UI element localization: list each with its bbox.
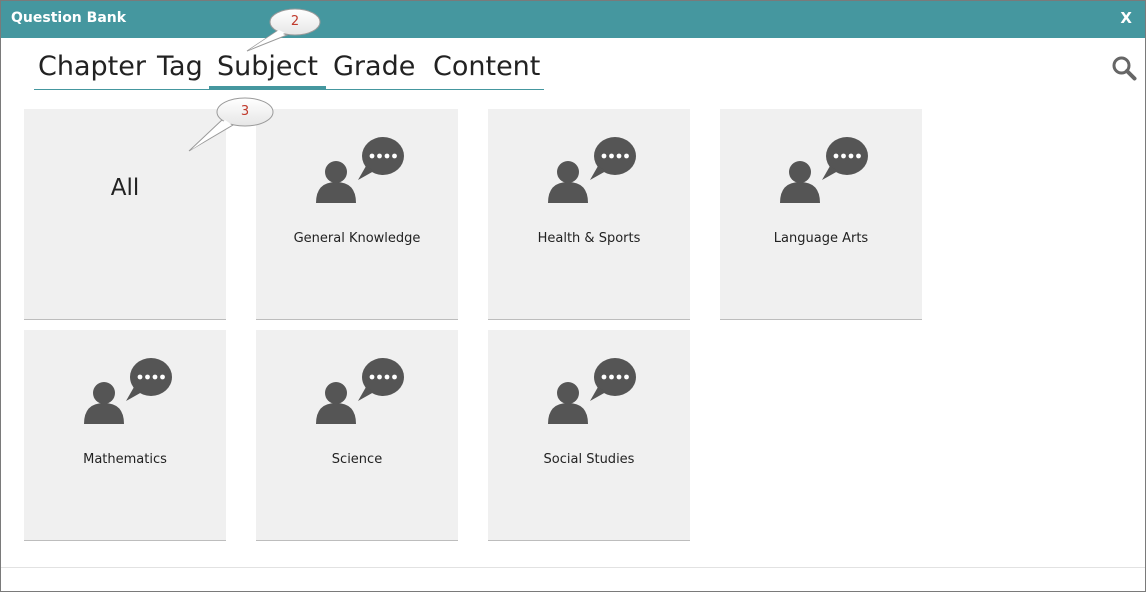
person-speech-icon	[84, 358, 172, 424]
tile-label: All	[110, 175, 140, 201]
tile-label: Health & Sports	[537, 231, 641, 246]
search-icon	[1112, 56, 1137, 81]
tile-label: Social Studies	[543, 452, 635, 467]
tab-tag[interactable]: Tag	[157, 49, 203, 89]
tile-general-knowledge[interactable]: General Knowledge	[256, 109, 458, 320]
person-speech-icon	[548, 358, 636, 424]
close-button[interactable]: X	[1120, 9, 1132, 27]
tile-language-arts[interactable]: Language Arts	[720, 109, 922, 320]
person-speech-icon	[780, 137, 868, 203]
tile-label: Mathematics	[83, 452, 167, 467]
footer-divider	[1, 567, 1145, 568]
callout-number: 3	[240, 104, 250, 119]
title-bar: Question Bank X	[1, 1, 1145, 38]
tile-label: Science	[331, 452, 383, 467]
callout-2	[246, 8, 321, 52]
person-speech-icon	[548, 137, 636, 203]
question-bank-window: Question Bank X Chapter Tag Subject Grad…	[0, 0, 1146, 592]
filter-tabs: Chapter Tag Subject Grade Content	[34, 49, 544, 90]
callout-number: 2	[290, 14, 300, 29]
tab-chapter[interactable]: Chapter	[38, 49, 146, 89]
tile-health-sports[interactable]: Health & Sports	[488, 109, 690, 320]
tile-label: General Knowledge	[293, 231, 421, 246]
callout-3	[188, 97, 274, 152]
person-speech-icon	[316, 358, 404, 424]
tile-science[interactable]: Science	[256, 330, 458, 541]
tab-grade[interactable]: Grade	[333, 49, 415, 89]
search-button[interactable]	[1111, 55, 1137, 81]
tab-subject[interactable]: Subject	[209, 49, 326, 89]
tile-label: Language Arts	[773, 231, 869, 246]
tab-content[interactable]: Content	[433, 49, 540, 89]
tile-mathematics[interactable]: Mathematics	[24, 330, 226, 541]
tile-social-studies[interactable]: Social Studies	[488, 330, 690, 541]
window-title: Question Bank	[11, 10, 127, 26]
person-speech-icon	[316, 137, 404, 203]
